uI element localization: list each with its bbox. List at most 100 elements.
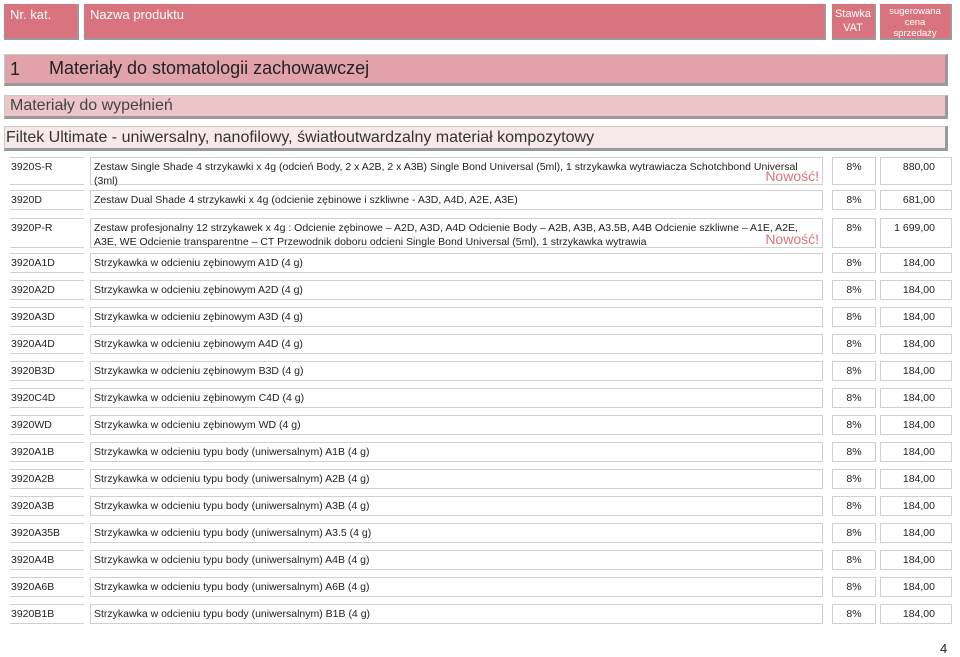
vat-rate: 8% bbox=[832, 415, 876, 435]
new-badge: Nowość! bbox=[765, 230, 819, 247]
product-name: Strzykawka w odcieniu typu body (uniwers… bbox=[94, 527, 372, 539]
vat-rate: 8% bbox=[832, 442, 876, 462]
product-name-cell: Strzykawka w odcieniu zębinowym A4D (4 g… bbox=[90, 334, 823, 354]
price: 184,00 bbox=[880, 361, 952, 381]
table-row: 3920A1D Strzykawka w odcieniu zębinowym A… bbox=[0, 253, 960, 273]
new-badge: Nowość! bbox=[765, 167, 819, 184]
table-row: 3920WD Strzykawka w odcieniu zębinowym WD… bbox=[0, 415, 960, 435]
catalog-number: 3920D bbox=[10, 190, 84, 210]
price: 681,00 bbox=[880, 190, 952, 210]
product-name-cell: Strzykawka w odcieniu typu body (uniwers… bbox=[90, 469, 823, 489]
section-header-1: 1 Materiały do stomatologii zachowawczej bbox=[4, 54, 948, 86]
vat-rate: 8% bbox=[832, 334, 876, 354]
price: 184,00 bbox=[880, 415, 952, 435]
header-price-line1: sugerowana cena bbox=[889, 6, 941, 28]
vat-rate: 8% bbox=[832, 218, 876, 248]
catalog-number: 3920A3D bbox=[10, 307, 84, 327]
product-name-cell: Strzykawka w odcieniu zębinowym WD (4 g) bbox=[90, 415, 823, 435]
catalog-number: 3920A1D bbox=[10, 253, 84, 273]
header-nr-kat: Nr. kat. bbox=[4, 4, 79, 40]
product-name: Strzykawka w odcieniu typu body (uniwers… bbox=[94, 581, 370, 593]
price: 184,00 bbox=[880, 577, 952, 597]
section-number: 1 bbox=[10, 59, 21, 79]
table-row: 3920B3D Strzykawka w odcieniu zębinowym B… bbox=[0, 361, 960, 381]
price: 184,00 bbox=[880, 469, 952, 489]
header-product-name: Nazwa produktu bbox=[84, 4, 826, 40]
table-row: 3920A3D Strzykawka w odcieniu zębinowym A… bbox=[0, 307, 960, 327]
table-row: 3920B1B Strzykawka w odcieniu typu body (… bbox=[0, 604, 960, 624]
vat-rate: 8% bbox=[832, 157, 876, 185]
table-row: 3920C4D Strzykawka w odcieniu zębinowym C… bbox=[0, 388, 960, 408]
product-name-cell: Strzykawka w odcieniu typu body (uniwers… bbox=[90, 523, 823, 543]
product-group-title: Filtek Ultimate - uniwersalny, nanofilow… bbox=[6, 129, 595, 146]
vat-rate: 8% bbox=[832, 190, 876, 210]
vat-rate: 8% bbox=[832, 388, 876, 408]
price: 184,00 bbox=[880, 334, 952, 354]
product-name-cell: Strzykawka w odcieniu zębinowym A3D (4 g… bbox=[90, 307, 823, 327]
catalog-number: 3920P-R bbox=[10, 218, 84, 248]
product-name: Zestaw profesjonalny 12 strzykawek x 4g … bbox=[94, 222, 798, 248]
catalog-number: 3920A3B bbox=[10, 496, 84, 516]
subsection-header: Materiały do wypełnień bbox=[4, 95, 948, 119]
table-row: 3920S-R Zestaw Single Shade 4 strzykawki … bbox=[0, 157, 960, 187]
vat-rate: 8% bbox=[832, 550, 876, 570]
table-row: 3920A2B Strzykawka w odcieniu typu body (… bbox=[0, 469, 960, 489]
catalog-number: 3920A2D bbox=[10, 280, 84, 300]
product-name: Strzykawka w odcieniu typu body (uniwers… bbox=[94, 554, 370, 566]
product-name-cell: Strzykawka w odcieniu zębinowym A1D (4 g… bbox=[90, 253, 823, 273]
product-name: Strzykawka w odcieniu typu body (uniwers… bbox=[94, 608, 371, 620]
product-name-cell: Strzykawka w odcieniu zębinowym A2D (4 g… bbox=[90, 280, 823, 300]
product-name: Strzykawka w odcieniu zębinowym A1D (4 g… bbox=[94, 257, 303, 269]
vat-rate: 8% bbox=[832, 253, 876, 273]
price: 1 699,00 bbox=[880, 218, 952, 248]
price: 184,00 bbox=[880, 442, 952, 462]
catalog-number: 3920B1B bbox=[10, 604, 84, 624]
product-name: Zestaw Dual Shade 4 strzykawki x 4g (odc… bbox=[94, 194, 518, 206]
product-name-cell: Zestaw Single Shade 4 strzykawki x 4g (o… bbox=[90, 157, 823, 187]
product-name-cell: Strzykawka w odcieniu typu body (uniwers… bbox=[90, 577, 823, 597]
vat-rate: 8% bbox=[832, 577, 876, 597]
price: 184,00 bbox=[880, 550, 952, 570]
product-name-cell: Strzykawka w odcieniu typu body (uniwers… bbox=[90, 550, 823, 570]
price: 184,00 bbox=[880, 307, 952, 327]
table-row: 3920D Zestaw Dual Shade 4 strzykawki x 4g… bbox=[0, 190, 960, 210]
product-name: Strzykawka w odcieniu zębinowym A3D (4 g… bbox=[94, 311, 303, 323]
header-nr-label: Nr. kat. bbox=[10, 7, 52, 22]
vat-rate: 8% bbox=[832, 496, 876, 516]
product-name: Strzykawka w odcieniu typu body (uniwers… bbox=[94, 446, 370, 458]
price: 184,00 bbox=[880, 604, 952, 624]
product-name: Strzykawka w odcieniu typu body (uniwers… bbox=[94, 500, 370, 512]
product-name-cell: Zestaw Dual Shade 4 strzykawki x 4g (odc… bbox=[90, 190, 823, 210]
header-vat: Stawka VAT bbox=[832, 4, 876, 40]
header-vat-line2: VAT bbox=[843, 22, 863, 34]
subsection-title: Materiały do wypełnień bbox=[10, 97, 173, 114]
header-price: sugerowana cena sprzedaży brutto PLN bbox=[880, 4, 952, 61]
catalog-number: 3920WD bbox=[10, 415, 84, 435]
table-row: 3920P-R Zestaw profesjonalny 12 strzykawe… bbox=[0, 218, 960, 248]
product-name: Strzykawka w odcieniu zębinowym B3D (4 g… bbox=[94, 365, 304, 377]
catalog-number: 3920A1B bbox=[10, 442, 84, 462]
table-row: 3920A1B Strzykawka w odcieniu typu body (… bbox=[0, 442, 960, 462]
table-row: 3920A35B Strzykawka w odcieniu typu body … bbox=[0, 523, 960, 543]
vat-rate: 8% bbox=[832, 307, 876, 327]
product-name: Strzykawka w odcieniu zębinowym A4D (4 g… bbox=[94, 338, 303, 350]
catalog-number: 3920A2B bbox=[10, 469, 84, 489]
catalog-number: 3920A4D bbox=[10, 334, 84, 354]
vat-rate: 8% bbox=[832, 523, 876, 543]
header-name-label: Nazwa produktu bbox=[90, 7, 184, 22]
table-row: 3920A4B Strzykawka w odcieniu typu body (… bbox=[0, 550, 960, 570]
table-row: 3920A2D Strzykawka w odcieniu zębinowym A… bbox=[0, 280, 960, 300]
price: 184,00 bbox=[880, 496, 952, 516]
product-name: Zestaw Single Shade 4 strzykawki x 4g (o… bbox=[94, 161, 798, 187]
catalog-number: 3920A4B bbox=[10, 550, 84, 570]
product-name-cell: Strzykawka w odcieniu zębinowym C4D (4 g… bbox=[90, 388, 823, 408]
price: 184,00 bbox=[880, 280, 952, 300]
table-row: 3920A6B Strzykawka w odcieniu typu body (… bbox=[0, 577, 960, 597]
product-name: Strzykawka w odcieniu typu body (uniwers… bbox=[94, 473, 370, 485]
catalog-number: 3920S-R bbox=[10, 157, 84, 185]
vat-rate: 8% bbox=[832, 361, 876, 381]
product-name-cell: Strzykawka w odcieniu typu body (uniwers… bbox=[90, 496, 823, 516]
header-vat-line1: Stawka bbox=[834, 8, 872, 20]
vat-rate: 8% bbox=[832, 280, 876, 300]
product-name-cell: Zestaw profesjonalny 12 strzykawek x 4g … bbox=[90, 218, 823, 248]
